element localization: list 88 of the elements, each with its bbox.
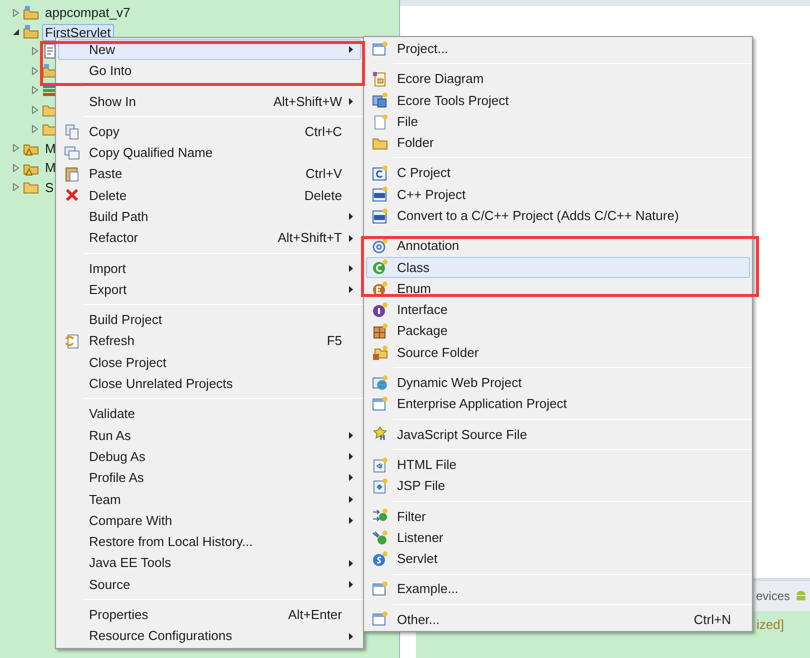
menu-item[interactable]: Run As (58, 424, 361, 446)
servlet-icon (372, 550, 388, 567)
menu-item[interactable]: HTML File (366, 454, 750, 476)
menu-item[interactable]: Enum (366, 278, 750, 300)
menu-item[interactable]: Listener (366, 526, 750, 548)
menu-item[interactable]: Build Path (58, 206, 361, 228)
menu-item[interactable]: Debug As (58, 446, 361, 468)
menu-item[interactable]: C++ Project (366, 184, 750, 206)
collapsed-arrow-icon[interactable] (12, 183, 20, 192)
file-icon (372, 114, 388, 130)
menu-item[interactable]: Example... (366, 578, 750, 600)
collapsed-arrow-icon[interactable] (12, 144, 20, 152)
cpp-file-icon (372, 208, 388, 224)
menu-item[interactable]: Close Project (58, 352, 361, 374)
menu-item[interactable]: Annotation (366, 235, 750, 257)
folder-package-icon (372, 344, 388, 360)
collapsed-arrow-icon[interactable] (12, 8, 20, 17)
menu-item[interactable]: Ecore Tools Project (366, 90, 750, 111)
menu-item[interactable]: Paste Ctrl+V (58, 163, 361, 185)
menu-item[interactable]: Team (58, 488, 361, 510)
menu-item[interactable]: Properties Alt+Enter (58, 604, 361, 626)
menu-item[interactable]: Ecore Diagram (366, 68, 750, 90)
menu-item[interactable]: Restore from Local History... (58, 531, 361, 553)
clipboard-icon (64, 166, 80, 182)
globe-icon (372, 374, 388, 391)
menu-item[interactable]: Validate (58, 403, 361, 425)
c-file-icon (372, 165, 388, 182)
menu-item[interactable]: Resource Configurations (58, 625, 361, 647)
collapsed-arrow-icon[interactable] (31, 86, 39, 94)
tree-item[interactable]: appcompat_v7 (42, 4, 134, 22)
server-status: ized] (756, 616, 784, 634)
menu-item[interactable]: Import (58, 258, 361, 279)
expanded-arrow-icon[interactable] (12, 28, 20, 36)
enum-icon (372, 280, 388, 297)
menu-item[interactable]: Java EE Tools (58, 552, 361, 574)
jsp-file-icon (372, 478, 388, 494)
menu-item[interactable]: Source Folder (366, 342, 750, 364)
menu-item[interactable]: Package (366, 320, 750, 342)
menu-item[interactable]: Filter (366, 506, 750, 527)
diagram-icon (372, 70, 388, 87)
collapsed-arrow-icon[interactable] (31, 47, 39, 56)
folder-icon (23, 24, 39, 40)
menu-item[interactable]: Other... Ctrl+N (366, 608, 750, 630)
html-file-icon (372, 456, 388, 473)
menu-item[interactable]: Export (58, 278, 361, 300)
listener-icon (372, 530, 388, 546)
class-icon (372, 259, 388, 276)
menu-item[interactable]: JSP File (366, 475, 750, 497)
panel-tab[interactable]: evices (756, 587, 790, 605)
collapsed-arrow-icon[interactable] (31, 66, 39, 75)
document-icon (42, 43, 58, 60)
collapsed-arrow-icon[interactable] (12, 164, 20, 172)
menu-item[interactable]: Go Into (58, 60, 361, 82)
menu-item[interactable]: Show In Alt+Shift+W (58, 90, 361, 112)
delete-icon (64, 187, 80, 204)
menu-item[interactable]: Servlet (366, 548, 750, 570)
menu-item[interactable]: Source (58, 574, 361, 596)
menu-item[interactable]: Class (366, 256, 750, 278)
menu-item[interactable]: Copy Qualified Name (58, 142, 361, 164)
stacked-windows-icon (372, 92, 388, 108)
menu-item[interactable]: Refresh F5 (58, 330, 361, 352)
menu-item[interactable]: JavaScript Source File (366, 424, 750, 446)
package-icon (372, 323, 388, 340)
copy-icon (64, 124, 80, 140)
folder-icon (23, 4, 39, 21)
menu-item[interactable]: Profile As (58, 467, 361, 489)
menu-item[interactable]: Interface (366, 299, 750, 321)
cpp-file-icon (372, 186, 388, 202)
menu-item[interactable]: Project... (366, 38, 750, 60)
menu-item[interactable]: Refactor Alt+Shift+T (58, 227, 361, 249)
menu-item[interactable]: Close Unrelated Projects (58, 373, 361, 394)
refresh-icon (64, 333, 80, 350)
tree-item[interactable]: S (42, 178, 57, 196)
menu-item[interactable]: Build Project (58, 309, 361, 331)
collapsed-arrow-icon[interactable] (31, 106, 39, 114)
menu-item[interactable]: File (366, 110, 750, 132)
menu-item[interactable]: Dynamic Web Project (366, 372, 750, 394)
menu-item[interactable]: Enterprise Application Project (366, 393, 750, 415)
android-icon (794, 589, 808, 603)
interface-icon (372, 302, 388, 318)
collapsed-arrow-icon[interactable] (31, 125, 39, 134)
menu-item[interactable]: Delete Delete (58, 184, 361, 206)
menu-item[interactable]: Copy Ctrl+C (58, 120, 361, 142)
menu-item[interactable]: Convert to a C/C++ Project (Adds C/C++ Nature) (366, 205, 750, 226)
copy-icon (64, 144, 80, 161)
menu-item[interactable]: C Project (366, 162, 750, 184)
menu-item[interactable]: Folder (366, 132, 750, 154)
menu-item[interactable]: Compare With (58, 510, 361, 532)
